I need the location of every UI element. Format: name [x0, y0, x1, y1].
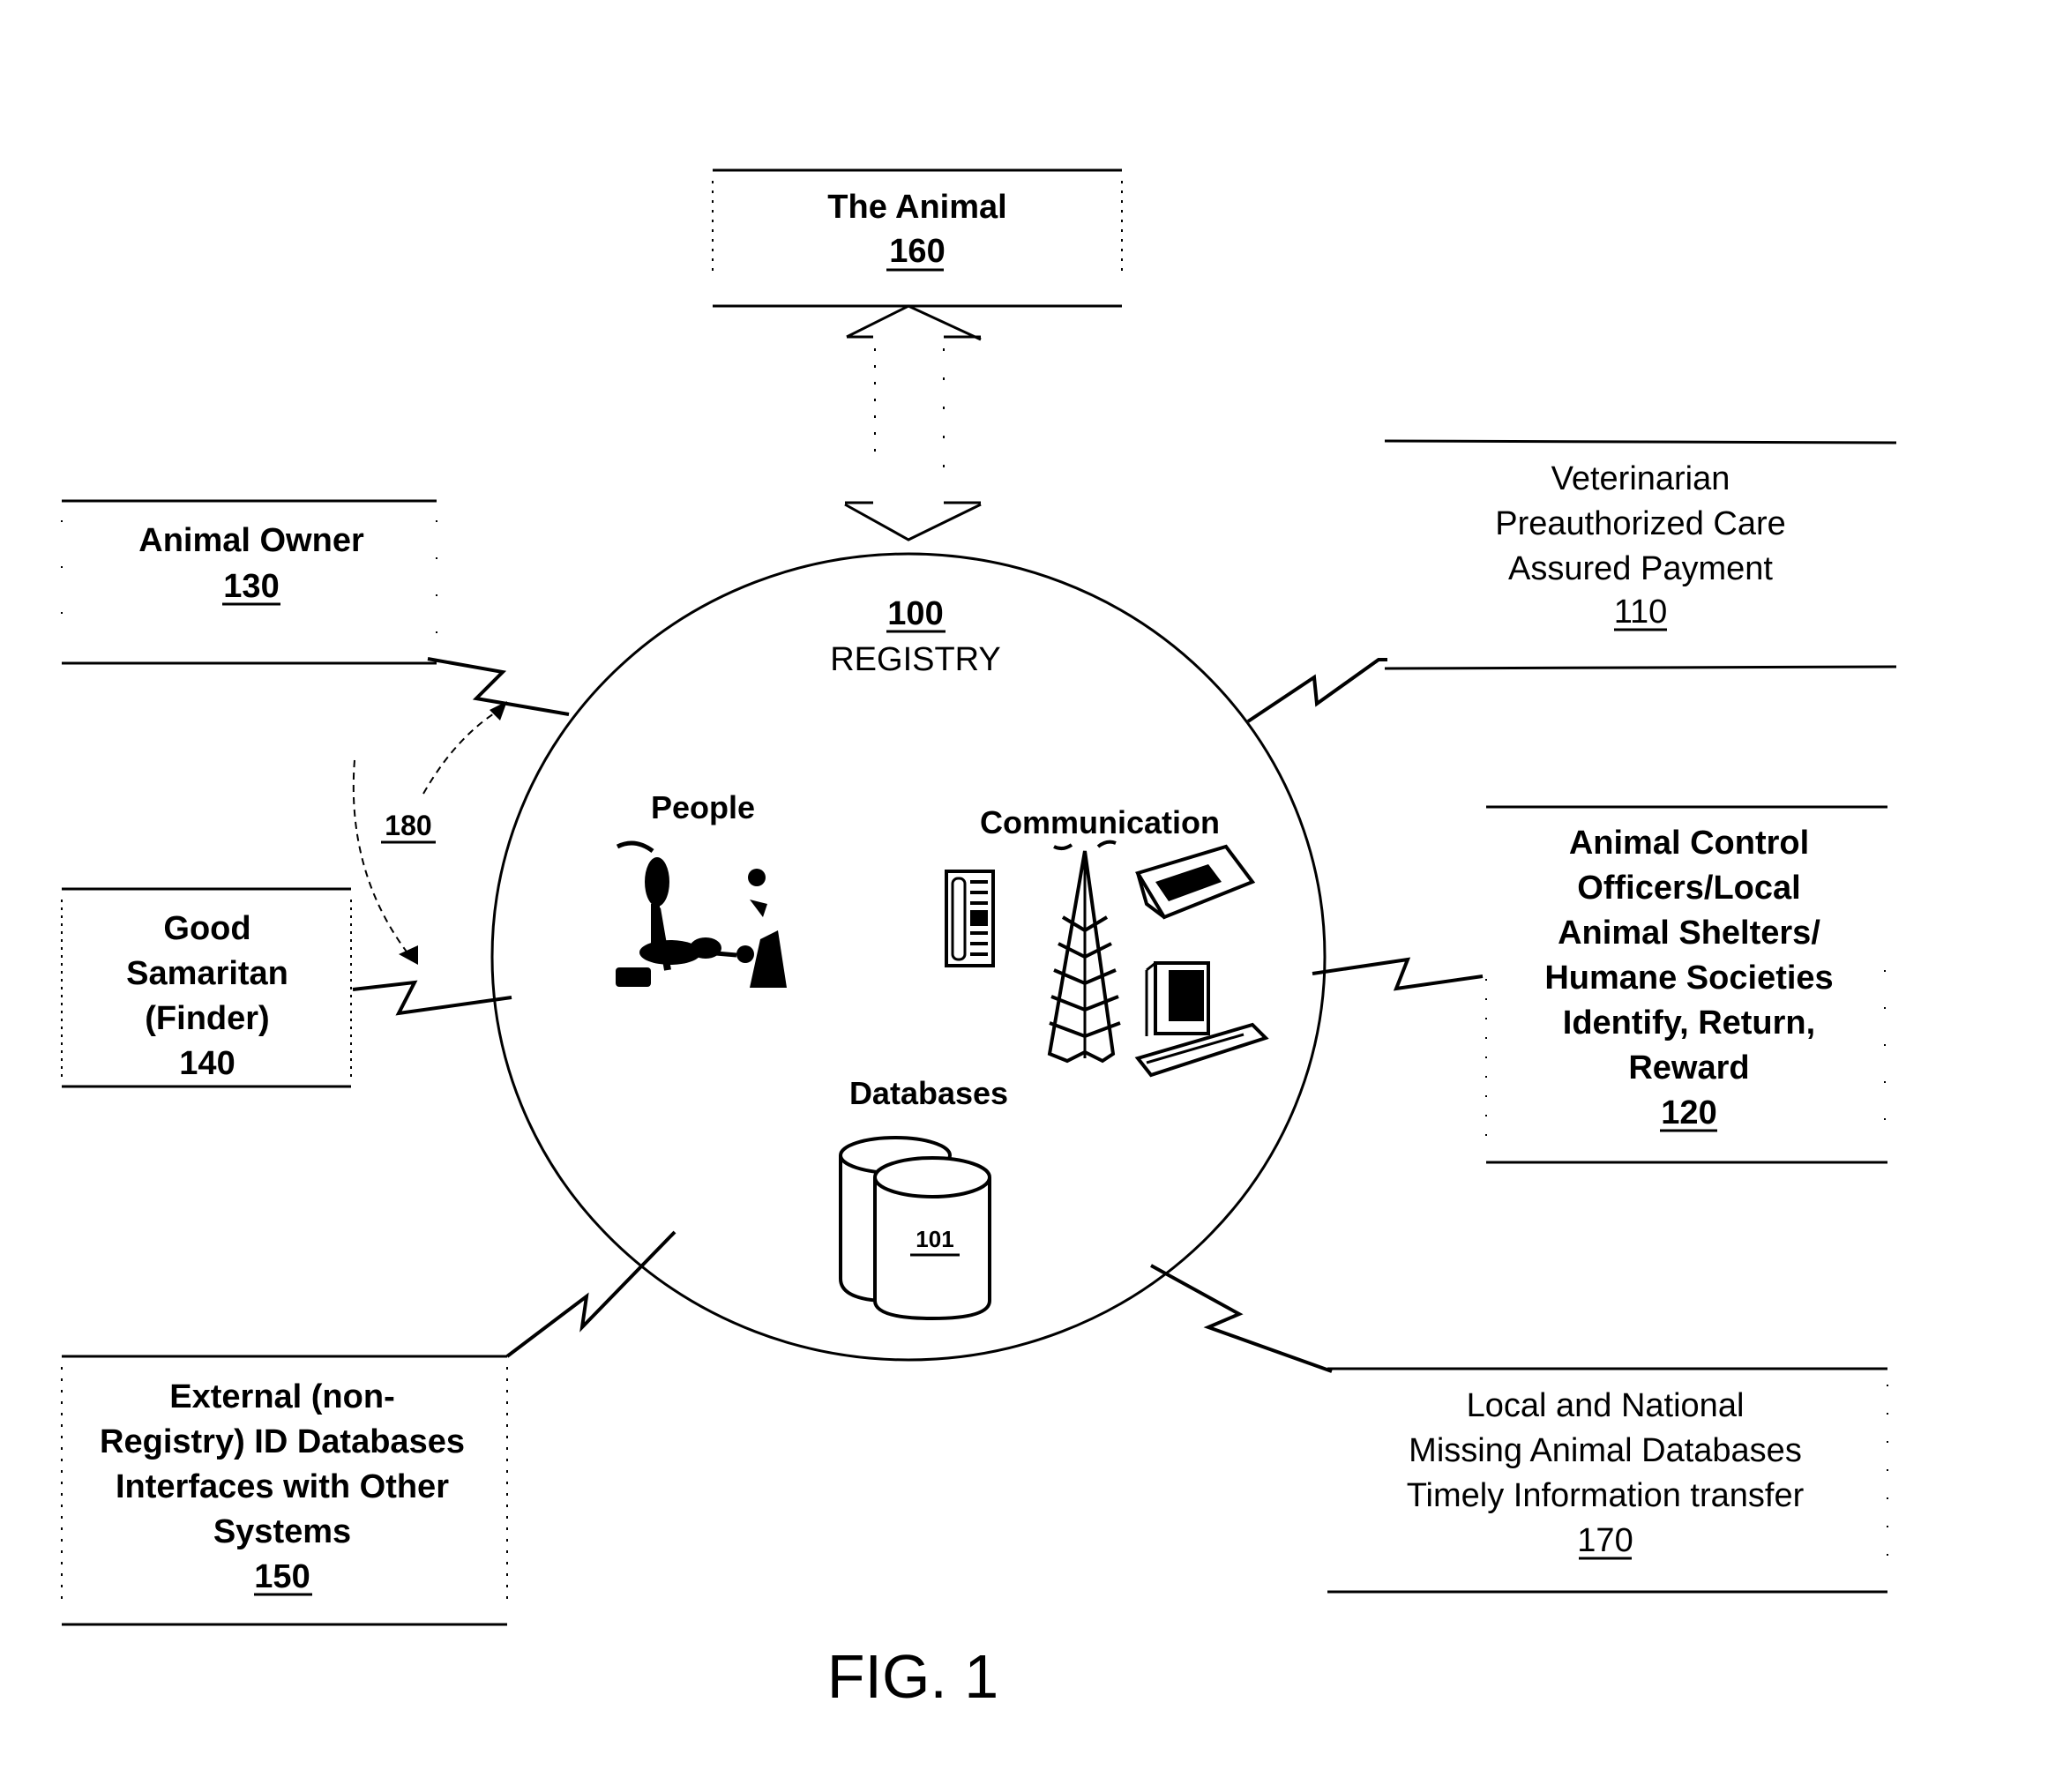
- box-veterinarian-ref: 110: [1614, 594, 1668, 631]
- box-animal-control-ref: 120: [1661, 1094, 1716, 1131]
- people-icon: [616, 840, 787, 988]
- computer-icon: [1134, 961, 1269, 1078]
- box-samaritan-ref: 140: [179, 1045, 235, 1082]
- databases-heading: Databases: [849, 1075, 1008, 1111]
- box-missing-line-1: Missing Animal Databases: [1409, 1432, 1802, 1469]
- box-veterinarian: Veterinarian Preauthorized Care Assured …: [1384, 439, 1897, 670]
- box-samaritan-line-2: (Finder): [145, 1000, 269, 1037]
- box-veterinarian-line-0: Veterinarian: [1551, 460, 1730, 497]
- box-animal-control-line-1: Officers/Local: [1577, 870, 1800, 907]
- printer-icon: [1134, 844, 1256, 920]
- registry-diagram: 100 REGISTRY People Communication Databa…: [61, 168, 1897, 1711]
- box-veterinarian-line-1: Preauthorized Care: [1495, 505, 1786, 542]
- box-animal-ref: 160: [889, 233, 945, 270]
- box-missing-ref: 170: [1577, 1522, 1633, 1559]
- box-samaritan-line-0: Good: [163, 910, 250, 947]
- external-connector: [505, 1230, 676, 1358]
- people-heading: People: [651, 789, 755, 825]
- radio-tower-icon: [1047, 840, 1121, 1064]
- box-owner-line-0: Animal Owner: [138, 522, 364, 559]
- box-veterinarian-line-2: Assured Payment: [1508, 550, 1773, 587]
- box-samaritan-line-1: Samaritan: [126, 955, 288, 992]
- box-animal-control-line-5: Reward: [1628, 1049, 1749, 1086]
- box-animal-control: Animal Control Officers/Local Animal She…: [1485, 805, 1887, 1164]
- box-animal-control-line-0: Animal Control: [1569, 825, 1809, 862]
- box-missing-line-0: Local and National: [1467, 1387, 1745, 1424]
- veterinarian-connector: [1246, 658, 1387, 723]
- registry-title: REGISTRY: [830, 641, 1001, 678]
- communication-heading: Communication: [980, 804, 1220, 840]
- box-missing: Local and National Missing Animal Databa…: [1327, 1367, 1888, 1594]
- animal-registry-arrow: [844, 304, 982, 541]
- samaritan-connector: [352, 980, 512, 1016]
- box-external-line-1: Registry) ID Databases: [100, 1423, 465, 1460]
- box-samaritan: Good Samaritan (Finder) 140: [61, 887, 352, 1088]
- box-external-line-0: External (non-: [169, 1378, 394, 1415]
- box-animal-control-line-3: Humane Societies: [1544, 959, 1833, 997]
- box-missing-line-2: Timely Information transfer: [1407, 1477, 1805, 1514]
- box-external-line-2: Interfaces with Other: [116, 1468, 449, 1505]
- figure-label: FIG. 1: [827, 1642, 998, 1711]
- box-owner-ref: 130: [223, 568, 279, 605]
- box-animal-line-0: The Animal: [827, 189, 1006, 226]
- box-external-ref: 150: [254, 1558, 310, 1595]
- registry-ref: 100: [887, 595, 943, 632]
- box-owner: Animal Owner 130: [61, 499, 437, 665]
- box-animal-control-line-4: Identify, Return,: [1563, 1004, 1815, 1042]
- database-ref: 101: [916, 1226, 953, 1252]
- phone-icon: [945, 870, 995, 967]
- box-external: External (non- Registry) ID Databases In…: [61, 1355, 508, 1626]
- connector-180-ref: 180: [385, 810, 431, 841]
- missing-connector: [1150, 1264, 1333, 1373]
- box-external-line-3: Systems: [213, 1513, 351, 1550]
- connector-180: 180: [352, 701, 508, 965]
- box-animal: The Animal 160: [712, 168, 1123, 308]
- box-animal-control-line-2: Animal Shelters/: [1558, 915, 1820, 952]
- animal-control-connector: [1312, 957, 1484, 991]
